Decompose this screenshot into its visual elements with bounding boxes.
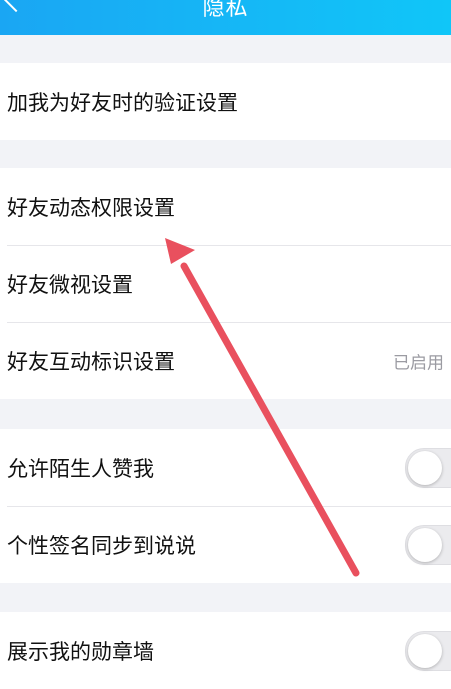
row-label: 好友互动标识设置 bbox=[7, 349, 175, 374]
row-label: 展示我的勋章墙 bbox=[7, 639, 154, 664]
settings-row-medal-wall: 展示我的勋章墙 bbox=[0, 612, 451, 689]
signature-sync-toggle[interactable] bbox=[405, 524, 451, 565]
status-value: 已启用 bbox=[393, 353, 444, 373]
row-label: 个性签名同步到说说 bbox=[7, 533, 196, 558]
row-label: 允许陌生人赞我 bbox=[7, 456, 154, 481]
section-verification: 加我为好友时的验证设置 bbox=[0, 63, 451, 140]
settings-row-friend-feed-permission[interactable]: 好友动态权限设置 bbox=[0, 168, 451, 245]
toggle-knob bbox=[408, 527, 442, 562]
settings-row-friend-weishi[interactable]: 好友微视设置 bbox=[0, 245, 451, 322]
row-label: 好友微视设置 bbox=[7, 272, 133, 297]
section-friend-permissions: 好友动态权限设置 好友微视设置 好友互动标识设置 已启用 bbox=[0, 168, 451, 399]
section-medal-wall: 展示我的勋章墙 bbox=[0, 612, 451, 689]
row-label: 加我为好友时的验证设置 bbox=[7, 90, 238, 115]
allow-stranger-likes-toggle[interactable] bbox=[405, 447, 451, 488]
settings-row-allow-stranger-likes: 允许陌生人赞我 bbox=[0, 429, 451, 506]
settings-row-friend-verification[interactable]: 加我为好友时的验证设置 bbox=[0, 63, 451, 140]
toggle-knob bbox=[408, 633, 442, 668]
page-title: 隐私 bbox=[202, 0, 249, 21]
section-toggles: 允许陌生人赞我 个性签名同步到说说 bbox=[0, 429, 451, 583]
settings-row-friend-interaction-badge[interactable]: 好友互动标识设置 已启用 bbox=[0, 322, 451, 399]
row-label: 好友动态权限设置 bbox=[7, 195, 175, 220]
nav-header: 隐私 bbox=[0, 0, 451, 35]
toggle-knob bbox=[408, 450, 442, 485]
settings-row-signature-sync: 个性签名同步到说说 bbox=[0, 506, 451, 583]
medal-wall-toggle[interactable] bbox=[405, 630, 451, 671]
